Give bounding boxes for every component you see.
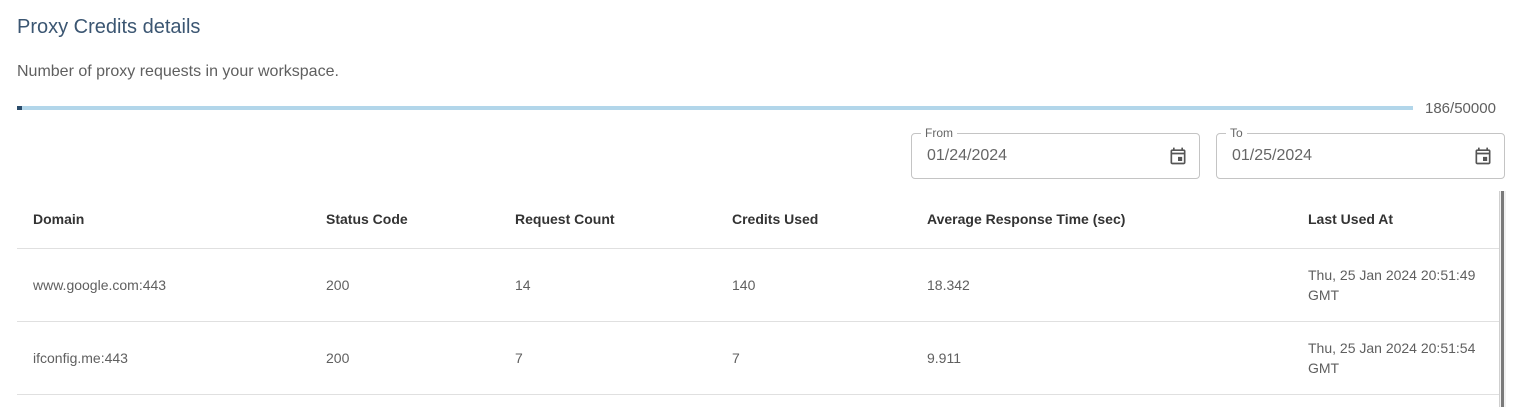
to-date-value[interactable]: 01/25/2024 (1232, 147, 1312, 165)
cell-request-count: 7 (499, 321, 716, 395)
cell-status-code: 200 (310, 248, 499, 322)
table-scrollbar[interactable] (1499, 191, 1506, 407)
cell-domain: www.google.com:443 (17, 248, 310, 322)
table-scrollbar-thumb[interactable] (1501, 191, 1504, 407)
column-header-avg-response-time[interactable]: Average Response Time (sec) (911, 190, 1292, 249)
cell-status-code: 200 (310, 321, 499, 395)
column-header-request-count[interactable]: Request Count (499, 190, 716, 249)
cell-credits-used: 7 (716, 321, 911, 395)
cell-avg-response-time: 18.342 (911, 248, 1292, 322)
table-header-row: Domain Status Code Request Count Credits… (17, 190, 1499, 249)
cell-request-count: 14 (499, 248, 716, 322)
calendar-icon[interactable] (1473, 146, 1493, 166)
calendar-icon[interactable] (1168, 146, 1188, 166)
to-date-field[interactable]: To 01/25/2024 (1216, 126, 1505, 179)
cell-credits-used: 140 (716, 248, 911, 322)
table-row: www.google.com:443 200 14 140 18.342 Thu… (17, 248, 1499, 322)
page-title: Proxy Credits details (17, 16, 201, 38)
to-date-label: To (1226, 126, 1247, 140)
cell-domain: ifconfig.me:443 (17, 321, 310, 395)
proxy-usage-table-container: Domain Status Code Request Count Credits… (17, 190, 1499, 407)
from-date-value[interactable]: 01/24/2024 (927, 147, 1007, 165)
page-subtitle: Number of proxy requests in your workspa… (17, 63, 339, 80)
usage-progress-fill (17, 106, 22, 110)
proxy-usage-table: Domain Status Code Request Count Credits… (17, 190, 1499, 395)
column-header-status-code[interactable]: Status Code (310, 190, 499, 249)
from-date-field[interactable]: From 01/24/2024 (911, 126, 1200, 179)
proxy-credits-panel: Proxy Credits details Number of proxy re… (0, 0, 1522, 407)
column-header-domain[interactable]: Domain (17, 190, 310, 249)
cell-last-used-at: Thu, 25 Jan 2024 20:51:49 GMT (1292, 248, 1499, 322)
column-header-credits-used[interactable]: Credits Used (716, 190, 911, 249)
from-date-label: From (921, 126, 957, 140)
cell-last-used-at: Thu, 25 Jan 2024 20:51:54 GMT (1292, 321, 1499, 395)
usage-progress-bar (17, 106, 1413, 110)
table-row: ifconfig.me:443 200 7 7 9.911 Thu, 25 Ja… (17, 321, 1499, 395)
column-header-last-used-at[interactable]: Last Used At (1292, 190, 1499, 249)
usage-progress-label: 186/50000 (1425, 100, 1496, 117)
cell-avg-response-time: 9.911 (911, 321, 1292, 395)
